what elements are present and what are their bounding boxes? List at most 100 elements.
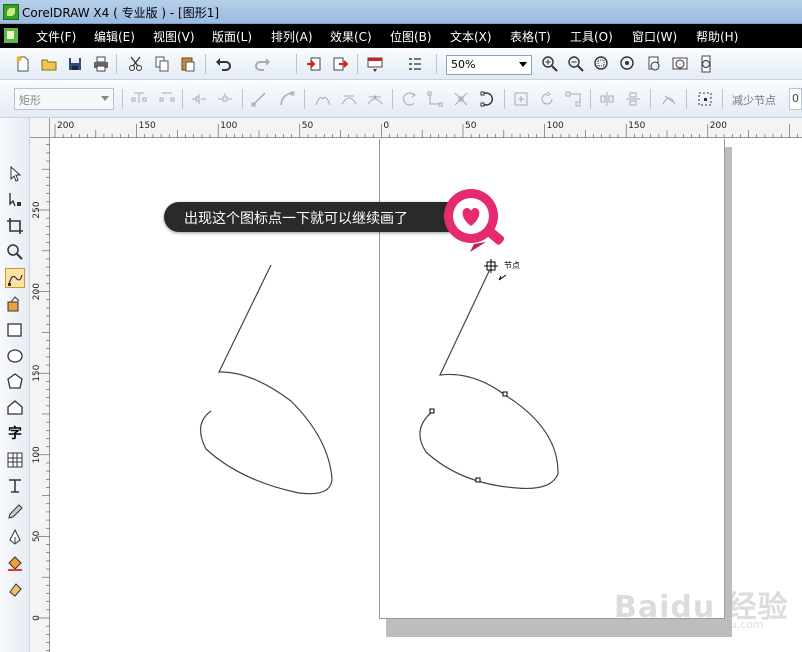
pick-tool-icon[interactable] bbox=[5, 164, 25, 184]
ruler-label: 250 bbox=[32, 201, 42, 218]
print-icon[interactable] bbox=[92, 55, 110, 73]
redo-icon[interactable] bbox=[254, 55, 272, 73]
reduce-nodes-input[interactable]: 0 bbox=[789, 88, 802, 110]
shape-tool-icon[interactable] bbox=[5, 190, 25, 210]
tutorial-callout: 出现这个图标点一下就可以继续画了 bbox=[164, 202, 474, 232]
open-folder-icon[interactable] bbox=[40, 55, 58, 73]
cusp-node-icon[interactable] bbox=[314, 90, 332, 108]
menu-file[interactable]: 文件(F) bbox=[36, 28, 76, 45]
undo-icon[interactable] bbox=[214, 55, 232, 73]
zoom-selected-icon[interactable] bbox=[593, 55, 611, 73]
polygon-tool-icon[interactable] bbox=[5, 372, 25, 392]
zoom-out-icon[interactable] bbox=[567, 55, 585, 73]
zoom-page-width-icon[interactable] bbox=[671, 55, 689, 73]
ruler-label: 150 bbox=[32, 364, 42, 381]
align-nodes-icon[interactable] bbox=[564, 90, 582, 108]
convert-to-curve-icon[interactable] bbox=[278, 90, 296, 108]
callout-text: 出现这个图标点一下就可以继续画了 bbox=[184, 211, 408, 227]
save-icon[interactable] bbox=[66, 55, 84, 73]
welcome-screen-icon[interactable] bbox=[406, 55, 424, 73]
text-tool-icon[interactable]: 字 bbox=[5, 424, 25, 444]
reflect-horizontal-icon[interactable] bbox=[598, 90, 616, 108]
vertical-ruler[interactable]: 250 200 150 100 50 0 bbox=[30, 138, 50, 652]
freehand-curve-left bbox=[200, 264, 333, 495]
ruler-label: 0 bbox=[383, 121, 389, 131]
paste-icon[interactable] bbox=[179, 55, 197, 73]
freehand-curve-right bbox=[419, 266, 559, 490]
menu-edit[interactable]: 编辑(E) bbox=[94, 28, 135, 45]
menu-window[interactable]: 窗口(W) bbox=[632, 28, 677, 45]
rotate-nodes-icon[interactable] bbox=[538, 90, 556, 108]
ruler-label: 0 bbox=[32, 615, 42, 621]
property-bar: 矩形 减少节点 0 bbox=[0, 80, 802, 118]
menu-layout[interactable]: 版面(L) bbox=[212, 28, 252, 45]
menu-bitmaps[interactable]: 位图(B) bbox=[390, 28, 432, 45]
interactive-fill-tool-icon[interactable] bbox=[5, 580, 25, 600]
document-icon[interactable] bbox=[4, 28, 18, 43]
standard-toolbar: 50% bbox=[0, 48, 802, 116]
menu-text[interactable]: 文本(X) bbox=[450, 28, 492, 45]
zoom-level-select[interactable]: 50% bbox=[446, 55, 532, 75]
basic-shapes-tool-icon[interactable] bbox=[5, 398, 25, 418]
ellipse-tool-icon[interactable] bbox=[5, 346, 25, 366]
ruler-label: 150 bbox=[628, 121, 645, 131]
ruler-label: 150 bbox=[139, 121, 156, 131]
ruler-label: 50 bbox=[465, 121, 477, 131]
rectangle-tool-icon[interactable] bbox=[5, 320, 25, 340]
application-launcher-icon[interactable] bbox=[366, 55, 384, 73]
curve-node bbox=[429, 408, 435, 414]
export-icon[interactable] bbox=[331, 55, 349, 73]
menu-effects[interactable]: 效果(C) bbox=[330, 28, 372, 45]
menu-view[interactable]: 视图(V) bbox=[153, 28, 195, 45]
fill-tool-icon[interactable] bbox=[5, 554, 25, 574]
extend-curve-icon[interactable] bbox=[426, 90, 444, 108]
baidu-jingyan-watermark: Baidu 经验 jingyan.baidu.com bbox=[614, 570, 788, 640]
extract-subpath-icon[interactable] bbox=[452, 90, 470, 108]
symmetrical-node-icon[interactable] bbox=[366, 90, 384, 108]
zoom-level-value: 50% bbox=[451, 58, 476, 71]
menu-table[interactable]: 表格(T) bbox=[510, 28, 551, 45]
elastic-mode-icon[interactable] bbox=[660, 90, 678, 108]
table-tool-icon[interactable] bbox=[5, 450, 25, 470]
menu-arrange[interactable]: 排列(A) bbox=[271, 28, 313, 45]
zoom-page-height-icon[interactable] bbox=[697, 55, 715, 73]
title-bar: CorelDRAW X4 ( 专业版 ) - [图形1] bbox=[0, 0, 802, 24]
outline-pen-tool-icon[interactable] bbox=[5, 528, 25, 548]
add-node-icon[interactable] bbox=[130, 90, 148, 108]
delete-node-icon[interactable] bbox=[158, 90, 176, 108]
chevron-down-icon bbox=[519, 62, 527, 67]
menu-help[interactable]: 帮助(H) bbox=[696, 28, 738, 45]
new-document-icon[interactable] bbox=[14, 55, 32, 73]
stretch-nodes-icon[interactable] bbox=[512, 90, 530, 108]
zoom-all-objects-icon[interactable] bbox=[619, 55, 637, 73]
zoom-page-icon[interactable] bbox=[645, 55, 663, 73]
smooth-node-icon[interactable] bbox=[340, 90, 358, 108]
reverse-direction-icon[interactable] bbox=[400, 90, 418, 108]
import-icon[interactable] bbox=[305, 55, 323, 73]
horizontal-ruler[interactable]: 200 150 100 50 0 50 100 150 200 bbox=[50, 118, 802, 138]
join-nodes-icon[interactable] bbox=[190, 90, 208, 108]
object-type-value: 矩形 bbox=[19, 94, 41, 107]
break-curve-icon[interactable] bbox=[216, 90, 234, 108]
zoom-tool-icon[interactable] bbox=[5, 242, 25, 262]
convert-to-line-icon[interactable] bbox=[250, 90, 268, 108]
select-all-nodes-icon[interactable] bbox=[696, 90, 714, 108]
ruler-label: 200 bbox=[57, 121, 74, 131]
copy-icon[interactable] bbox=[153, 55, 171, 73]
reduce-nodes-label: 减少节点 bbox=[732, 94, 776, 107]
eyedropper-tool-icon[interactable] bbox=[5, 502, 25, 522]
crop-tool-icon[interactable] bbox=[5, 216, 25, 236]
freehand-tool-icon[interactable] bbox=[5, 268, 25, 288]
ruler-label: 50 bbox=[302, 121, 314, 131]
cut-icon[interactable] bbox=[127, 55, 145, 73]
reflect-vertical-icon[interactable] bbox=[624, 90, 642, 108]
smart-fill-tool-icon[interactable] bbox=[5, 294, 25, 314]
zoom-in-icon[interactable] bbox=[541, 55, 559, 73]
menu-tools[interactable]: 工具(O) bbox=[570, 28, 613, 45]
object-type-select[interactable]: 矩形 bbox=[14, 88, 114, 110]
close-curve-icon[interactable] bbox=[478, 90, 496, 108]
ruler-origin[interactable] bbox=[30, 118, 50, 138]
parallel-dimension-tool-icon[interactable] bbox=[5, 476, 25, 496]
watermark-sub: jingyan.baidu.com bbox=[662, 618, 764, 631]
toolbox: 字 bbox=[0, 118, 30, 652]
